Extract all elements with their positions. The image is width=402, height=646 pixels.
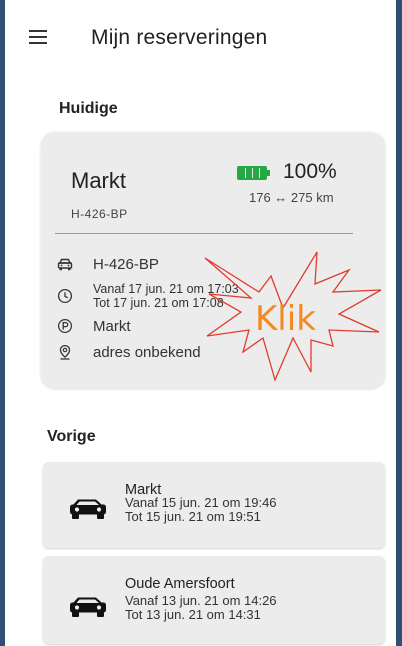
current-reservation-card[interactable]: Markt H-426-BP 100% 176 ↔ 275 km H-426-B… [41,132,385,388]
clock-icon [57,288,73,304]
window-frame-right [396,0,402,646]
previous-time-to: Tot 15 jun. 21 om 19:51 [125,509,261,524]
detail-address-text: adres onbekend [93,344,201,361]
previous-location-name: Oude Amersfoort [125,576,235,592]
previous-time-from: Vanaf 15 jun. 21 om 19:46 [125,495,277,510]
detail-plate-text: H-426-BP [93,256,159,273]
app-screen: Mijn reserveringen Huidige Markt H-426-B… [5,0,396,646]
current-location-name: Markt [71,168,126,193]
location-pin-icon [59,344,71,360]
car-icon [70,597,106,617]
previous-reservation-card[interactable]: Oude Amersfoort Vanaf 13 jun. 21 om 14:2… [43,556,385,644]
previous-time-from: Vanaf 13 jun. 21 om 14:26 [125,593,277,608]
car-icon [70,499,106,519]
current-license-plate: H-426-BP [71,207,128,221]
section-title-current: Huidige [59,100,118,117]
previous-reservation-card[interactable]: Markt Vanaf 15 jun. 21 om 19:46 Tot 15 j… [43,462,385,548]
top-app-bar: Mijn reserveringen [5,18,396,62]
detail-time-to: Tot 17 jun. 21 om 17:08 [93,296,224,310]
detail-parking-text: Markt [93,318,131,335]
section-title-previous: Vorige [47,428,96,445]
parking-icon [57,318,73,334]
page-title: Mijn reserveringen [91,26,268,49]
car-icon [57,258,73,271]
battery-icon [237,166,271,180]
battery-percentage: 100% [283,160,337,183]
previous-time-to: Tot 13 jun. 21 om 14:31 [125,607,261,622]
card-divider [55,233,353,234]
hamburger-menu-icon[interactable] [29,30,47,44]
range-estimate: 176 ↔ 275 km [249,190,334,205]
detail-time-from: Vanaf 17 jun. 21 om 17:03 [93,282,239,296]
